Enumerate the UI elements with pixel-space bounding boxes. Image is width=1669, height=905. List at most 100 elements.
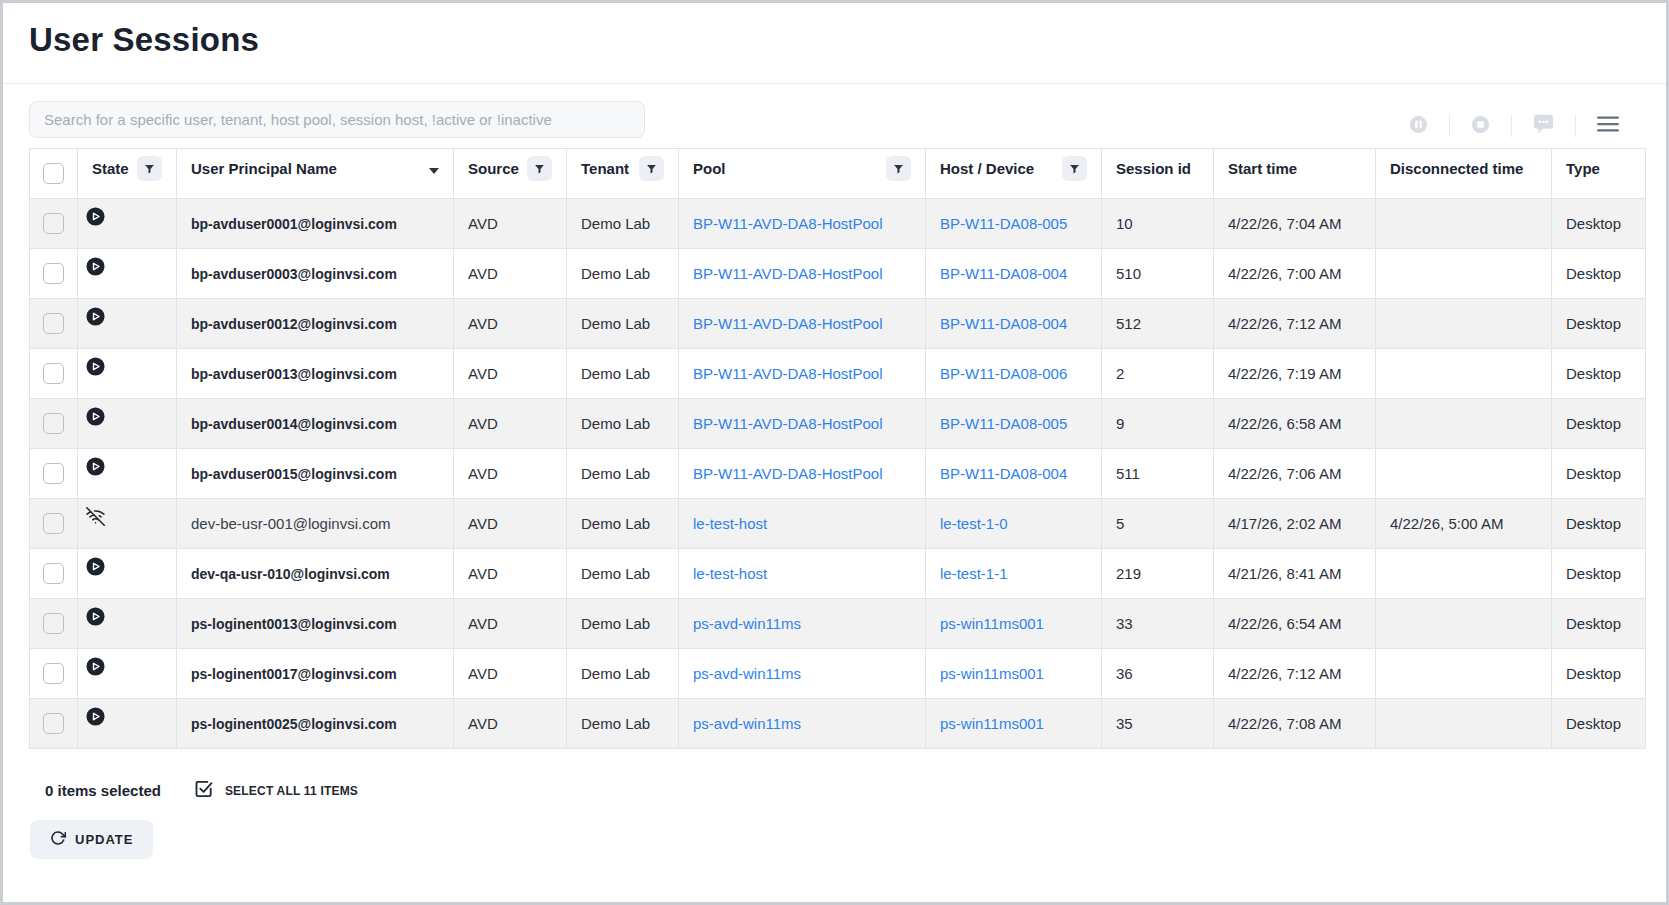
pool-link[interactable]: le-test-host — [693, 565, 767, 582]
table-row: bp-avduser0014@loginvsi.com AVD Demo Lab… — [30, 399, 1646, 449]
sessions-table: State User Principal Name Source Tenant — [29, 148, 1646, 749]
row-checkbox[interactable] — [43, 563, 64, 584]
pool-link[interactable]: BP-W11-AVD-DA8-HostPool — [693, 465, 883, 482]
type-cell: Desktop — [1552, 199, 1646, 249]
column-header-start-time: Start time — [1214, 149, 1376, 199]
type-cell: Desktop — [1552, 499, 1646, 549]
stop-circle-icon — [1471, 115, 1490, 137]
pool-link[interactable]: BP-W11-AVD-DA8-HostPool — [693, 365, 883, 382]
session-active-icon — [86, 357, 105, 376]
start-time-cell: 4/17/26, 2:02 AM — [1214, 499, 1376, 549]
user-principal-name: ps-loginent0025@loginvsi.com — [177, 699, 454, 749]
row-checkbox[interactable] — [43, 463, 64, 484]
start-time-cell: 4/22/26, 7:00 AM — [1214, 249, 1376, 299]
pool-link[interactable]: BP-W11-AVD-DA8-HostPool — [693, 265, 883, 282]
session-id-cell: 2 — [1102, 349, 1214, 399]
pool-link[interactable]: BP-W11-AVD-DA8-HostPool — [693, 415, 883, 432]
host-device-link[interactable]: ps-win11ms001 — [940, 715, 1044, 732]
message-button[interactable] — [1512, 114, 1575, 137]
tenant-cell: Demo Lab — [567, 399, 679, 449]
row-checkbox[interactable] — [43, 663, 64, 684]
pool-link[interactable]: ps-avd-win11ms — [693, 615, 801, 632]
pool-link[interactable]: ps-avd-win11ms — [693, 715, 801, 732]
table-row: dev-be-usr-001@loginvsi.com AVD Demo Lab… — [30, 499, 1646, 549]
column-label: Disconnected time — [1390, 160, 1523, 177]
filter-icon[interactable] — [886, 156, 911, 181]
pool-link[interactable]: BP-W11-AVD-DA8-HostPool — [693, 215, 883, 232]
user-principal-name: dev-qa-usr-010@loginvsi.com — [177, 549, 454, 599]
host-device-link[interactable]: BP-W11-DA08-004 — [940, 315, 1067, 332]
host-device-link[interactable]: le-test-1-0 — [940, 515, 1008, 532]
start-time-cell: 4/22/26, 7:12 AM — [1214, 649, 1376, 699]
host-device-link[interactable]: BP-W11-DA08-006 — [940, 365, 1067, 382]
type-cell: Desktop — [1552, 299, 1646, 349]
pool-link[interactable]: le-test-host — [693, 515, 767, 532]
start-time-cell: 4/22/26, 7:19 AM — [1214, 349, 1376, 399]
user-principal-name: bp-avduser0014@loginvsi.com — [177, 399, 454, 449]
source-cell: AVD — [454, 199, 567, 249]
session-id-cell: 510 — [1102, 249, 1214, 299]
source-cell: AVD — [454, 499, 567, 549]
column-label: Session id — [1116, 160, 1191, 177]
row-checkbox[interactable] — [43, 313, 64, 334]
user-principal-name: ps-loginent0017@loginvsi.com — [177, 649, 454, 699]
table-header-row: State User Principal Name Source Tenant — [30, 149, 1646, 199]
menu-button[interactable] — [1576, 116, 1640, 135]
host-device-link[interactable]: BP-W11-DA08-004 — [940, 265, 1067, 282]
pause-session-button[interactable] — [1388, 115, 1449, 137]
column-header-tenant: Tenant — [567, 149, 679, 199]
column-label: State — [92, 160, 129, 177]
tenant-cell: Demo Lab — [567, 299, 679, 349]
start-time-cell: 4/22/26, 7:06 AM — [1214, 449, 1376, 499]
select-all-checkbox[interactable] — [43, 163, 64, 184]
table-row: bp-avduser0015@loginvsi.com AVD Demo Lab… — [30, 449, 1646, 499]
host-device-link[interactable]: BP-W11-DA08-005 — [940, 215, 1067, 232]
host-device-link[interactable]: ps-win11ms001 — [940, 665, 1044, 682]
row-checkbox[interactable] — [43, 363, 64, 384]
session-active-icon — [86, 557, 105, 576]
session-active-icon — [86, 207, 105, 226]
row-checkbox[interactable] — [43, 413, 64, 434]
host-device-link[interactable]: BP-W11-DA08-005 — [940, 415, 1067, 432]
table-row: bp-avduser0012@loginvsi.com AVD Demo Lab… — [30, 299, 1646, 349]
column-header-source: Source — [454, 149, 567, 199]
type-cell: Desktop — [1552, 449, 1646, 499]
table-row: bp-avduser0013@loginvsi.com AVD Demo Lab… — [30, 349, 1646, 399]
row-checkbox[interactable] — [43, 213, 64, 234]
row-checkbox[interactable] — [43, 713, 64, 734]
filter-icon[interactable] — [137, 156, 162, 181]
select-all-items-button[interactable]: SELECT ALL 11 ITEMS — [194, 779, 358, 802]
toolbar-actions — [1388, 114, 1640, 137]
start-time-cell: 4/22/26, 6:54 AM — [1214, 599, 1376, 649]
pool-link[interactable]: ps-avd-win11ms — [693, 665, 801, 682]
sort-descending-icon[interactable] — [429, 160, 439, 177]
user-principal-name: dev-be-usr-001@loginvsi.com — [177, 499, 454, 549]
session-active-icon — [86, 707, 105, 726]
host-device-link[interactable]: le-test-1-1 — [940, 565, 1008, 582]
row-checkbox[interactable] — [43, 263, 64, 284]
filter-icon[interactable] — [1062, 156, 1087, 181]
source-cell: AVD — [454, 599, 567, 649]
pool-link[interactable]: BP-W11-AVD-DA8-HostPool — [693, 315, 883, 332]
row-checkbox[interactable] — [43, 613, 64, 634]
filter-icon[interactable] — [639, 156, 664, 181]
user-principal-name: bp-avduser0015@loginvsi.com — [177, 449, 454, 499]
column-header-host-device: Host / Device — [926, 149, 1102, 199]
type-cell: Desktop — [1552, 599, 1646, 649]
filter-icon[interactable] — [527, 156, 552, 181]
tenant-cell: Demo Lab — [567, 499, 679, 549]
host-device-link[interactable]: BP-W11-DA08-004 — [940, 465, 1067, 482]
column-header-state: State — [78, 149, 177, 199]
user-principal-name: bp-avduser0013@loginvsi.com — [177, 349, 454, 399]
start-time-cell: 4/22/26, 6:58 AM — [1214, 399, 1376, 449]
search-input[interactable] — [29, 101, 645, 138]
source-cell: AVD — [454, 249, 567, 299]
tenant-cell: Demo Lab — [567, 699, 679, 749]
host-device-link[interactable]: ps-win11ms001 — [940, 615, 1044, 632]
update-button[interactable]: UPDATE — [30, 820, 153, 859]
row-checkbox[interactable] — [43, 513, 64, 534]
table-row: bp-avduser0003@loginvsi.com AVD Demo Lab… — [30, 249, 1646, 299]
stop-session-button[interactable] — [1450, 115, 1511, 137]
table-row: ps-loginent0017@loginvsi.com AVD Demo La… — [30, 649, 1646, 699]
tenant-cell: Demo Lab — [567, 199, 679, 249]
